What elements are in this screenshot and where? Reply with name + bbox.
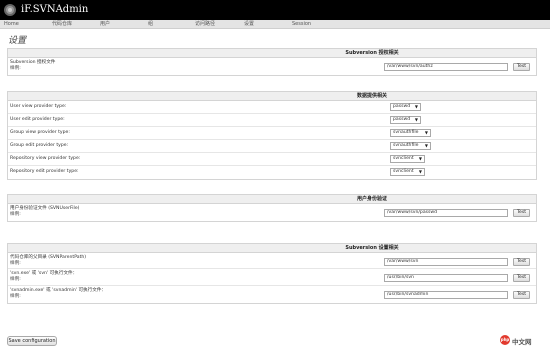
nav-groups[interactable]: 组	[148, 20, 153, 29]
repository-view-provider-select[interactable]: svnclient ▼	[390, 155, 425, 163]
section-header: 用户身份验证	[8, 195, 536, 204]
user-edit-provider-select[interactable]: passwd ▼	[390, 116, 421, 124]
authz-file-input[interactable]: /var/www/svn/authz	[384, 63, 508, 71]
row-label: 'svnadmin.exe' 或 'svnadmin' 可执行文件：	[10, 288, 107, 293]
provider-row: User view provider type: passwd ▼	[8, 101, 536, 114]
group-view-provider-select[interactable]: svnauthfile ▼	[390, 129, 431, 137]
provider-row: Group edit provider type: svnauthfile ▼	[8, 140, 536, 153]
section-header: 数据提供相关	[8, 92, 536, 101]
provider-row: Repository edit provider type: svnclient…	[8, 166, 536, 179]
row-label: Repository view provider type:	[10, 156, 81, 161]
row-label: User edit provider type:	[10, 117, 65, 122]
row-label: User view provider type:	[10, 104, 67, 109]
settings-row: 代码仓库的父目录 (SVNParentPath) 样例: /var/www/sv…	[8, 253, 536, 269]
row-label: 'svn.exe' 或 'svn' 可执行文件：	[10, 271, 78, 276]
dropdown-arrow-icon: ▼	[418, 169, 422, 174]
section-header: Subversion 设置相关	[8, 244, 536, 253]
section-svn-auth: Subversion 授权相关 Subversion 授权文件 样例: /var…	[7, 48, 537, 76]
nav-users[interactable]: 用户	[100, 20, 110, 29]
test-button[interactable]: Test	[513, 209, 530, 217]
nav-home[interactable]: Home	[4, 20, 19, 29]
row-example-label: 样例:	[10, 212, 21, 217]
row-example-label: 样例:	[10, 294, 21, 299]
nav-repositories[interactable]: 代码仓库	[52, 20, 72, 29]
nav-settings[interactable]: 设置	[244, 20, 254, 29]
user-file-input[interactable]: /var/www/svn/passwd	[384, 209, 508, 217]
dropdown-arrow-icon: ▼	[414, 117, 418, 122]
row-example-label: 样例:	[10, 261, 21, 266]
section-user-auth: 用户身份验证 用户身份验证文件 (SVNUserFile) 样例: /var/w…	[7, 194, 537, 222]
user-view-provider-select[interactable]: passwd ▼	[390, 103, 421, 111]
app-header: iF.SVNAdmin	[0, 0, 550, 20]
dropdown-arrow-icon: ▼	[424, 143, 428, 148]
settings-row: Subversion 授权文件 样例: /var/www/svn/authz T…	[8, 58, 536, 75]
settings-row: 'svn.exe' 或 'svn' 可执行文件： 样例: /usr/bin/sv…	[8, 269, 536, 286]
row-label: Group edit provider type:	[10, 143, 69, 148]
section-svn-settings: Subversion 设置相关 代码仓库的父目录 (SVNParentPath)…	[7, 243, 537, 304]
dropdown-arrow-icon: ▼	[424, 130, 428, 135]
test-button[interactable]: Test	[513, 291, 530, 299]
dropdown-arrow-icon: ▼	[414, 104, 418, 109]
section-header: Subversion 授权相关	[8, 49, 536, 58]
repository-edit-provider-select[interactable]: svnclient ▼	[390, 168, 425, 176]
svnadmin-executable-input[interactable]: /usr/bin/svnadmin	[384, 291, 508, 299]
svn-parent-path-input[interactable]: /var/www/svn	[384, 258, 508, 266]
row-label: 代码仓库的父目录 (SVNParentPath)	[10, 255, 87, 260]
nav-access-paths[interactable]: 访问路径	[195, 20, 215, 29]
svn-executable-input[interactable]: /usr/bin/svn	[384, 274, 508, 282]
provider-row: Repository view provider type: svnclient…	[8, 153, 536, 166]
provider-row: User edit provider type: passwd ▼	[8, 114, 536, 127]
page-title: 设置	[8, 36, 27, 46]
test-button[interactable]: Test	[513, 274, 530, 282]
php-logo-icon: php	[500, 335, 510, 345]
test-button[interactable]: Test	[513, 258, 530, 266]
row-label: Subversion 授权文件	[10, 60, 56, 65]
app-title: iF.SVNAdmin	[21, 4, 89, 15]
test-button[interactable]: Test	[513, 63, 530, 71]
nav-session[interactable]: Session	[292, 20, 311, 29]
settings-row: 用户身份验证文件 (SVNUserFile) 样例: /var/www/svn/…	[8, 204, 536, 221]
svn-logo-icon	[3, 3, 17, 17]
php-cn-watermark: php 中文网	[500, 334, 542, 346]
row-example-label: 样例:	[10, 66, 21, 71]
row-label: Group view provider type:	[10, 130, 70, 135]
dropdown-arrow-icon: ▼	[418, 156, 422, 161]
row-example-label: 样例:	[10, 277, 21, 282]
section-data-providers: 数据提供相关 User view provider type: passwd ▼ …	[7, 91, 537, 180]
row-label: Repository edit provider type:	[10, 169, 79, 174]
main-nav: Home 代码仓库 用户 组 访问路径 设置 Session	[0, 20, 550, 29]
provider-row: Group view provider type: svnauthfile ▼	[8, 127, 536, 140]
watermark-text: 中文网	[512, 338, 532, 346]
save-configuration-button[interactable]: Save configuration	[7, 336, 57, 346]
settings-row: 'svnadmin.exe' 或 'svnadmin' 可执行文件： 样例: /…	[8, 286, 536, 303]
group-edit-provider-select[interactable]: svnauthfile ▼	[390, 142, 431, 150]
row-label: 用户身份验证文件 (SVNUserFile)	[10, 206, 80, 211]
